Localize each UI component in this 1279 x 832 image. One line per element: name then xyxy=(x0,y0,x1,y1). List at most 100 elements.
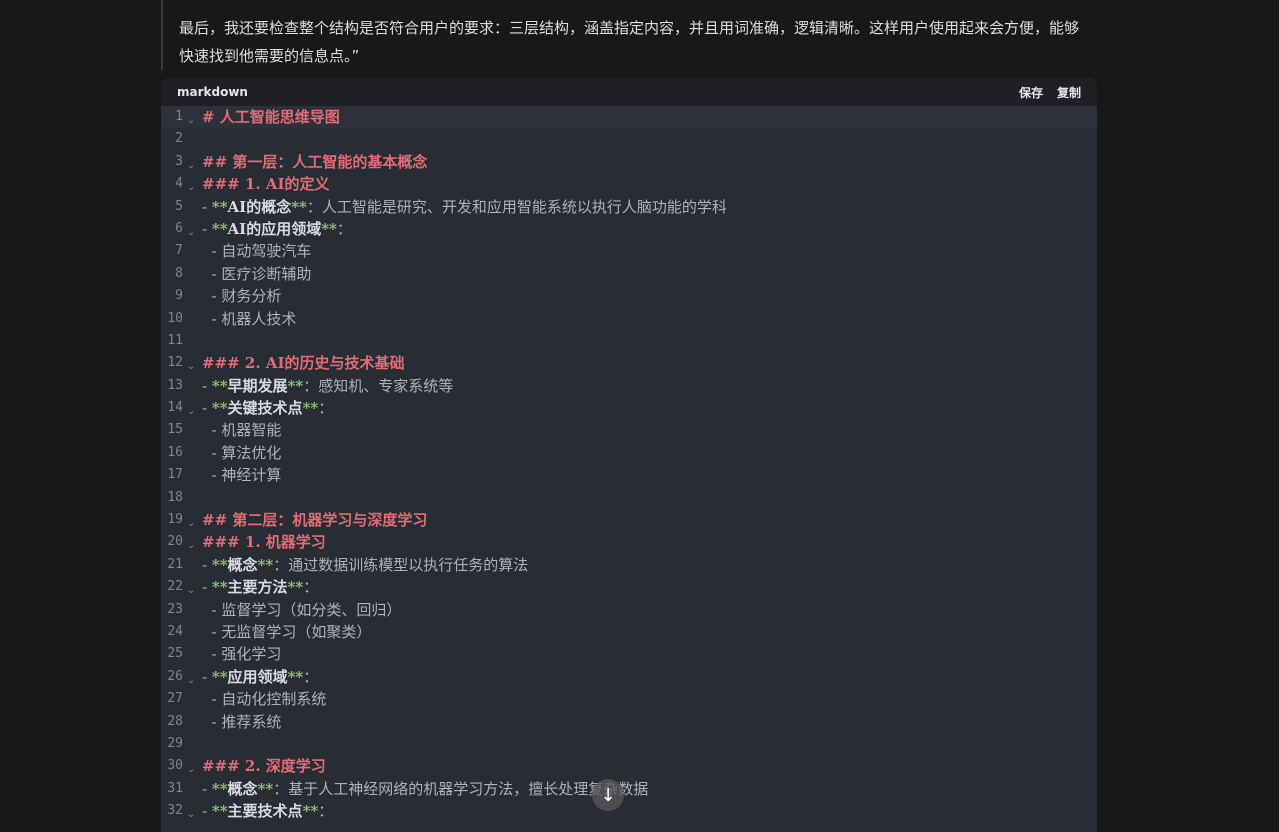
sub-list-marker: - xyxy=(202,712,222,731)
line-number: 16 xyxy=(167,444,183,460)
sub-item-text: 机器智能 xyxy=(221,421,282,440)
line-content: - 自动化控制系统 xyxy=(202,688,327,710)
line-number: 27 xyxy=(167,691,183,707)
line-number: 10 xyxy=(167,310,183,326)
code-line: 4 ⌄ ### 1. AI的定义 xyxy=(161,173,1097,195)
sub-list-marker: - xyxy=(202,309,222,328)
code-line: 19 ⌄ ## 第二层：机器学习与深度学习 xyxy=(161,509,1097,531)
code-line: 23 - 监督学习（如分类、回归） xyxy=(161,599,1097,621)
sub-item-text: 神经计算 xyxy=(221,466,282,485)
sub-item-text: 机器人技术 xyxy=(221,309,297,328)
line-content: - 强化学习 xyxy=(202,643,282,665)
arrow-down-icon: ↓ xyxy=(600,784,616,806)
line-number: 20 xyxy=(167,534,183,550)
fold-gutter xyxy=(183,248,202,256)
list-marker: - xyxy=(202,802,212,821)
fold-chevron-icon[interactable]: ⌄ xyxy=(183,102,202,132)
code-line: 8 - 医疗诊断辅助 xyxy=(161,263,1097,285)
bold-text: 概念 xyxy=(227,555,258,574)
fold-chevron-icon[interactable]: ⌄ xyxy=(183,572,202,602)
line-number: 19 xyxy=(167,512,183,528)
line-number: 25 xyxy=(167,646,183,662)
code-line: 24 - 无监督学习（如聚类） xyxy=(161,621,1097,643)
fold-gutter xyxy=(183,718,202,726)
fold-gutter xyxy=(183,270,202,278)
line-number: 14 xyxy=(167,400,183,416)
line-content: ### 1. 机器学习 xyxy=(202,531,326,553)
markdown-heading: ### 2. 深度学习 xyxy=(202,757,326,776)
line-number: 30 xyxy=(167,758,183,774)
fold-gutter xyxy=(183,203,202,211)
fold-chevron-icon[interactable]: ⌄ xyxy=(183,662,202,692)
code-line: 9 - 财务分析 xyxy=(161,285,1097,307)
line-number: 13 xyxy=(167,377,183,393)
bold-marker: ** xyxy=(211,399,228,418)
copy-button[interactable]: 复制 xyxy=(1057,84,1081,101)
line-number: 17 xyxy=(167,467,183,483)
code-line: 25 - 强化学习 xyxy=(161,643,1097,665)
fold-gutter xyxy=(183,785,202,793)
line-content: - **主要技术点**： xyxy=(202,800,333,822)
bold-text: 概念 xyxy=(227,779,258,798)
bold-marker: ** xyxy=(287,578,304,597)
sub-list-marker: - xyxy=(202,622,222,641)
fold-chevron-icon[interactable]: ⌄ xyxy=(183,751,202,781)
line-number: 29 xyxy=(167,735,183,751)
bold-marker: ** xyxy=(211,219,228,238)
bold-text: 关键技术点 xyxy=(227,399,303,418)
scroll-down-button[interactable]: ↓ xyxy=(592,779,624,811)
line-content: ## 第二层：机器学习与深度学习 xyxy=(202,509,427,531)
line-number: 28 xyxy=(167,713,183,729)
line-number: 15 xyxy=(167,422,183,438)
fold-gutter xyxy=(183,494,202,502)
sub-item-text: 监督学习（如分类、回归） xyxy=(221,600,402,619)
sub-list-marker: - xyxy=(202,443,222,462)
code-line: 21- **概念**：通过数据训练模型以执行任务的算法 xyxy=(161,554,1097,576)
code-editor[interactable]: 1 ⌄ # 人工智能思维导图 2 3 ⌄ ## 第一层：人工智能的基本概念 4 ⌄ ### 1. … xyxy=(161,106,1097,823)
fold-chevron-icon[interactable]: ⌄ xyxy=(183,393,202,423)
line-number: 32 xyxy=(167,803,183,819)
code-actions: 保存 复制 xyxy=(1019,84,1081,101)
code-line: 26 ⌄ - **应用领域**： xyxy=(161,666,1097,688)
line-content: - 神经计算 xyxy=(202,464,282,486)
code-line: 11 xyxy=(161,330,1097,352)
line-content: - 机器智能 xyxy=(202,419,282,441)
code-line: 28 - 推荐系统 xyxy=(161,711,1097,733)
reasoning-quote: 最后，我还要检查整个结构是否符合用户的要求：三层结构，涵盖指定内容，并且用词准确… xyxy=(161,0,1097,70)
sub-item-text: 无监督学习（如聚类） xyxy=(221,622,372,641)
sub-list-marker: - xyxy=(202,600,222,619)
line-number: 4 xyxy=(175,176,183,192)
fold-gutter xyxy=(183,427,202,435)
code-block: markdown 保存 复制 1 ⌄ # 人工智能思维导图 2 3 ⌄ ## 第一层：人工智… xyxy=(161,78,1097,832)
fold-chevron-icon[interactable]: ⌄ xyxy=(183,214,202,244)
item-text: ：感知机、专家系统等 xyxy=(303,376,454,395)
bold-marker: ** xyxy=(211,578,228,597)
fold-chevron-icon[interactable]: ⌄ xyxy=(183,796,202,826)
bold-marker: ** xyxy=(211,779,228,798)
code-line: 12 ⌄ ### 2. AI的历史与技术基础 xyxy=(161,352,1097,374)
fold-gutter xyxy=(183,651,202,659)
bold-marker: ** xyxy=(302,399,319,418)
fold-chevron-icon[interactable]: ⌄ xyxy=(183,527,202,557)
bold-text: 主要技术点 xyxy=(227,802,303,821)
sub-list-marker: - xyxy=(202,466,222,485)
item-text: ： xyxy=(303,578,319,597)
code-line: 1 ⌄ # 人工智能思维导图 xyxy=(161,106,1097,129)
code-line: 32 ⌄ - **主要技术点**： xyxy=(161,800,1097,822)
markdown-heading: ## 第二层：机器学习与深度学习 xyxy=(202,511,428,530)
fold-chevron-icon[interactable]: ⌄ xyxy=(183,169,202,199)
fold-chevron-icon[interactable]: ⌄ xyxy=(183,348,202,378)
line-content: - **概念**：基于人工神经网络的机器学习方法，擅长处理复杂数据 xyxy=(202,778,648,800)
list-marker: - xyxy=(202,578,212,597)
fold-gutter xyxy=(183,740,202,748)
sub-list-marker: - xyxy=(202,287,222,306)
sub-list-marker: - xyxy=(202,264,222,283)
line-content: ### 2. 深度学习 xyxy=(202,755,326,777)
sub-item-text: 自动驾驶汽车 xyxy=(221,242,312,261)
item-text: ： xyxy=(318,399,334,418)
save-button[interactable]: 保存 xyxy=(1019,84,1043,101)
code-line: 6 ⌄ - **AI的应用领域**： xyxy=(161,218,1097,240)
line-number: 5 xyxy=(175,198,183,214)
code-line: 31 - **概念**：基于人工神经网络的机器学习方法，擅长处理复杂数据 xyxy=(161,778,1097,800)
markdown-heading: ### 1. AI的定义 xyxy=(202,175,330,194)
